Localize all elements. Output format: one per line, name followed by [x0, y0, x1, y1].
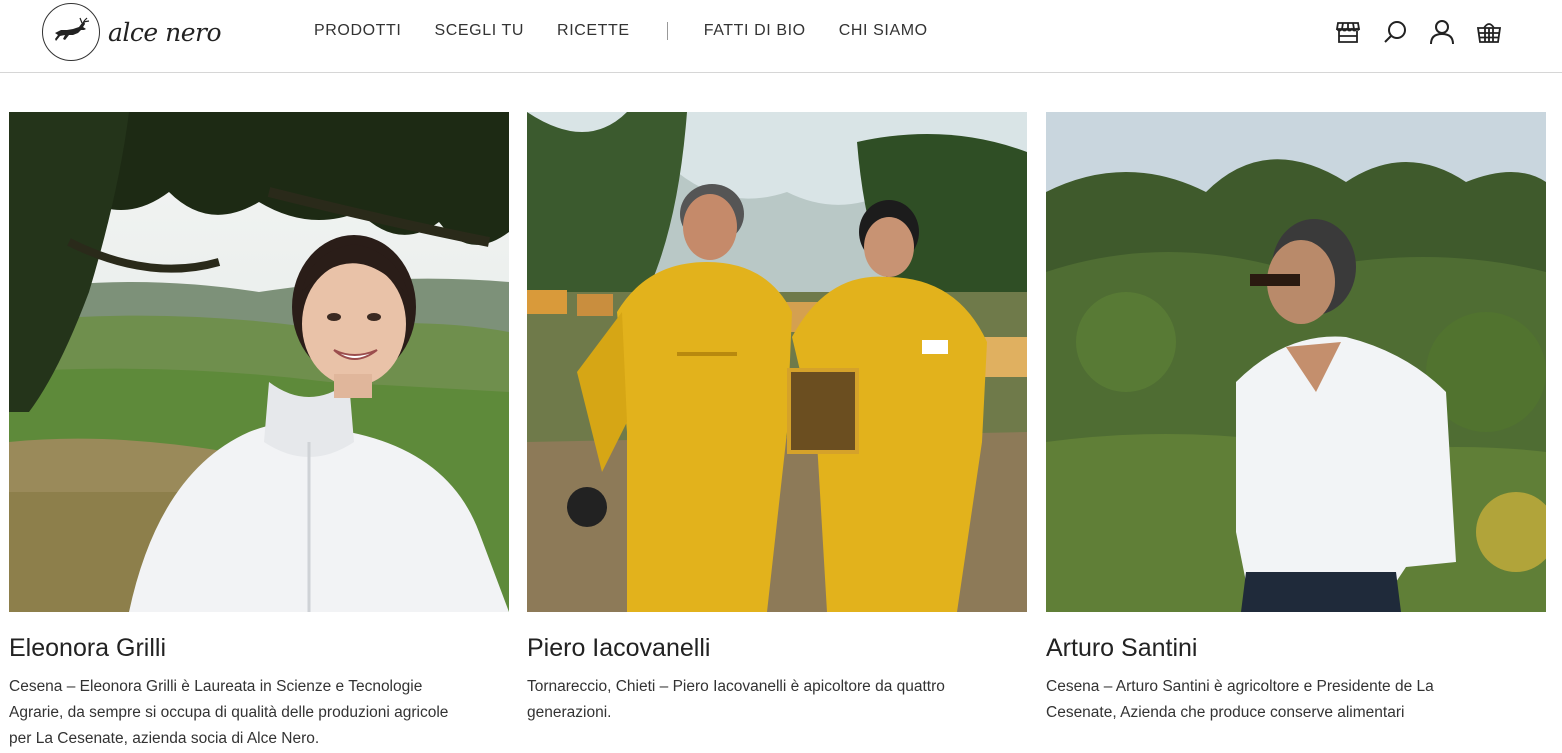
- person-card-piero[interactable]: Piero Iacovanelli Tornareccio, Chieti – …: [527, 112, 1027, 726]
- person-name: Eleonora Grilli: [9, 634, 167, 662]
- person-name: Arturo Santini: [1046, 634, 1198, 662]
- basket-icon[interactable]: [1475, 18, 1503, 46]
- nav-prodotti[interactable]: PRODOTTI: [314, 22, 401, 40]
- photo-arturo-santini: [1046, 112, 1546, 612]
- photo-eleonora-grilli: [9, 112, 509, 612]
- person-card-arturo[interactable]: Arturo Santini Cesena – Arturo Santini è…: [1046, 112, 1546, 726]
- person-name: Piero Iacovanelli: [527, 634, 711, 662]
- reindeer-logo-icon: [42, 3, 100, 61]
- person-description: Cesena – Eleonora Grilli è Laureata in S…: [9, 678, 449, 747]
- person-card-eleonora[interactable]: Eleonora Grilli Cesena – Eleonora Grilli…: [9, 112, 509, 752]
- nav-fatti-di-bio[interactable]: FATTI DI BIO: [704, 22, 806, 40]
- photo-piero-iacovanelli: [527, 112, 1027, 612]
- main-nav: PRODOTTI SCEGLI TU RICETTE FATTI DI BIO …: [314, 22, 961, 40]
- nav-chi-siamo[interactable]: CHI SIAMO: [839, 22, 928, 40]
- person-description: Tornareccio, Chieti – Piero Iacovanelli …: [527, 678, 945, 721]
- store-icon[interactable]: [1334, 18, 1362, 46]
- brand-logo[interactable]: alce nero: [42, 3, 222, 61]
- brand-name: alce nero: [108, 17, 222, 47]
- nav-ricette[interactable]: RICETTE: [557, 22, 630, 40]
- person-description: Cesena – Arturo Santini è agricoltore e …: [1046, 678, 1434, 721]
- user-icon[interactable]: [1428, 18, 1456, 46]
- search-icon[interactable]: [1381, 18, 1409, 46]
- header-icons: [1334, 18, 1522, 46]
- nav-divider: [666, 22, 668, 40]
- nav-scegli-tu[interactable]: SCEGLI TU: [434, 22, 524, 40]
- site-header: alce nero PRODOTTI SCEGLI TU RICETTE FAT…: [0, 0, 1562, 73]
